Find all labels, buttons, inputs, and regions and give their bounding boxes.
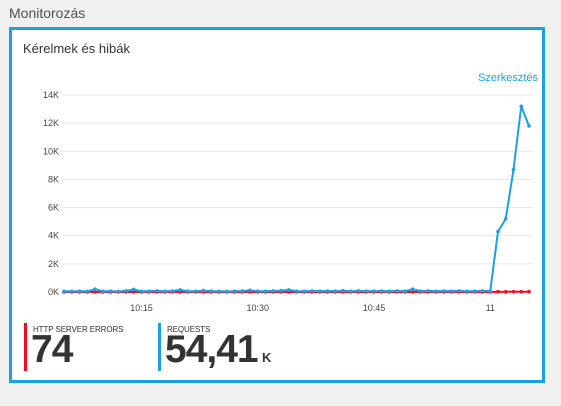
- data-point-requests: [310, 289, 314, 293]
- data-point-requests: [434, 289, 438, 294]
- data-point-requests: [457, 289, 462, 293]
- y-tick-label: 6K: [48, 203, 59, 213]
- data-point-requests: [255, 289, 260, 293]
- data-point-http-server-errors: [503, 290, 508, 294]
- data-point-requests: [341, 288, 345, 293]
- data-point-requests: [93, 287, 97, 291]
- data-point-requests: [496, 229, 500, 234]
- x-tick-label: 10:15: [130, 303, 153, 313]
- data-point-requests: [465, 289, 469, 294]
- data-point-requests: [387, 289, 392, 294]
- data-point-requests: [372, 289, 376, 293]
- y-tick-label: 8K: [48, 174, 59, 184]
- data-point-requests: [170, 289, 175, 293]
- data-point-requests: [77, 289, 82, 293]
- data-point-requests: [100, 289, 105, 294]
- data-point-requests: [302, 289, 307, 294]
- data-point-requests: [85, 289, 90, 294]
- data-point-requests: [217, 289, 221, 294]
- data-point-requests: [480, 289, 485, 293]
- data-point-requests: [348, 289, 353, 294]
- data-point-requests: [240, 289, 245, 293]
- y-tick-label: 0K: [48, 287, 59, 297]
- data-point-requests: [527, 124, 531, 128]
- data-point-requests: [333, 289, 338, 293]
- data-point-requests: [147, 289, 152, 293]
- requests-errors-tile[interactable]: Kérelmek és hibák Szerkesztés 0K 2K 4K 6K 8K…: [9, 27, 545, 383]
- data-point-requests: [395, 289, 400, 293]
- data-point-requests: [403, 289, 407, 293]
- section-title: Monitorozás: [9, 5, 86, 21]
- data-point-requests: [201, 288, 206, 293]
- data-point-requests: [178, 288, 183, 292]
- y-tick-label: 2K: [48, 259, 59, 269]
- data-point-requests: [364, 289, 369, 293]
- metric-color-bar: [24, 323, 27, 371]
- x-tick-label: 11: [486, 303, 495, 313]
- data-point-requests: [62, 289, 66, 294]
- data-point-requests: [294, 289, 299, 293]
- y-tick-label: 14K: [43, 90, 59, 100]
- y-tick-label: 4K: [48, 231, 59, 241]
- data-point-requests: [410, 287, 415, 291]
- data-point-requests: [124, 289, 128, 293]
- data-point-http-server-errors: [527, 289, 531, 294]
- data-point-requests: [356, 289, 361, 293]
- data-point-requests: [379, 289, 384, 293]
- data-point-requests: [155, 289, 159, 293]
- data-point-requests: [325, 289, 330, 293]
- x-tick-label: 10:30: [246, 303, 269, 313]
- data-point-requests: [139, 289, 144, 294]
- metric-unit: K: [262, 350, 272, 365]
- data-point-requests: [511, 167, 516, 172]
- data-point-requests: [286, 288, 291, 292]
- metric-value: 54,41: [165, 328, 259, 371]
- data-point-requests: [317, 289, 322, 293]
- data-point-requests: [449, 289, 454, 293]
- data-point-http-server-errors: [496, 289, 500, 294]
- data-point-requests: [488, 289, 493, 293]
- data-point-requests: [69, 289, 74, 294]
- data-point-requests: [186, 289, 190, 293]
- data-point-requests: [503, 217, 508, 221]
- data-point-requests: [224, 289, 229, 294]
- data-point-requests: [232, 289, 237, 293]
- data-point-requests: [441, 289, 446, 293]
- data-point-requests: [193, 289, 198, 294]
- y-tick-label: 12K: [43, 118, 59, 128]
- metric-color-bar: [158, 323, 161, 371]
- data-point-requests: [162, 289, 167, 294]
- data-point-http-server-errors: [511, 289, 516, 294]
- data-point-requests: [209, 289, 214, 293]
- data-point-requests: [108, 289, 113, 293]
- data-point-requests: [426, 289, 431, 293]
- data-point-requests: [519, 104, 524, 109]
- data-point-requests: [418, 289, 423, 293]
- data-point-requests: [248, 288, 252, 293]
- x-tick-label: 10:45: [363, 303, 386, 313]
- data-point-requests: [263, 289, 268, 294]
- data-point-requests: [116, 289, 121, 294]
- requests-errors-chart: 0K 2K 4K 6K 8K 10K 12K 14K 10:15 10:30 10:45 11: [43, 90, 533, 313]
- data-point-requests: [131, 287, 136, 292]
- data-point-requests: [279, 288, 283, 293]
- data-point-requests: [472, 289, 477, 293]
- y-tick-label: 10K: [43, 146, 59, 156]
- data-point-requests: [271, 289, 276, 293]
- data-point-http-server-errors: [519, 289, 524, 294]
- metric-value: 74: [31, 328, 73, 371]
